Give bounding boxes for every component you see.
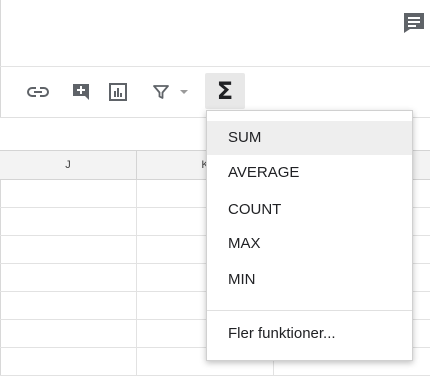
insert-comment-icon[interactable] xyxy=(68,80,94,104)
menu-item-sum[interactable]: SUM xyxy=(207,121,412,155)
insert-chart-icon[interactable] xyxy=(105,80,131,104)
column-divider xyxy=(136,180,137,376)
menu-item-min[interactable]: MIN xyxy=(207,263,412,297)
column-header-j[interactable]: J xyxy=(0,151,137,179)
comment-icon[interactable] xyxy=(403,12,425,34)
functions-button[interactable]: Σ xyxy=(205,73,245,109)
filter-icon[interactable] xyxy=(150,80,172,104)
link-icon[interactable] xyxy=(24,81,52,103)
menu-item-max[interactable]: MAX xyxy=(207,227,412,261)
functions-menu: SUM AVERAGE COUNT MAX MIN Fler funktione… xyxy=(206,110,413,361)
chevron-down-icon[interactable] xyxy=(176,80,192,104)
menu-item-more-functions[interactable]: Fler funktioner... xyxy=(207,317,412,351)
menu-item-count[interactable]: COUNT xyxy=(207,193,412,227)
menu-separator xyxy=(207,310,412,311)
menu-item-average[interactable]: AVERAGE xyxy=(207,156,412,190)
